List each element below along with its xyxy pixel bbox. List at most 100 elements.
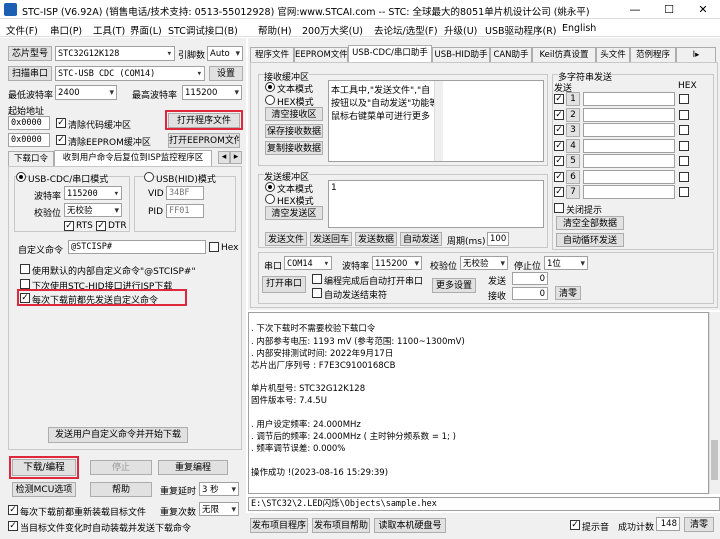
repeat-program-button[interactable]: 重复编程 [158,460,228,475]
multi-send-hex-checkbox[interactable] [679,156,689,166]
menu-port[interactable]: 串口(P) [50,23,82,37]
auto-send-button[interactable]: 自动发送 [400,232,442,246]
send-file-button[interactable]: 发送文件 [265,232,307,246]
multi-send-enable-checkbox[interactable]: ✓ [554,187,564,197]
detect-mcu-button[interactable]: 检测MCU选项 [12,482,76,497]
open-port-button[interactable]: 打开串口 [262,276,306,293]
maximize-button[interactable]: ☐ [652,0,686,19]
minimize-button[interactable]: — [618,0,652,19]
multi-send-enable-checkbox[interactable]: ✓ [554,109,564,120]
send-text-mode-radio[interactable] [265,182,275,192]
send-hex-mode-radio[interactable] [265,194,275,204]
multi-send-input[interactable] [583,107,675,122]
publish-help-button[interactable]: 发布项目帮助 [312,518,370,533]
multi-send-hex-checkbox[interactable] [679,171,689,182]
tab-header-file[interactable]: 头文件 [596,47,630,62]
custom-command-input[interactable]: @STCISP# [68,240,206,254]
tab-eeprom-file[interactable]: EEPROM文件 [294,47,348,62]
clear-success-button[interactable]: 清零 [684,517,714,532]
multi-send-hex-checkbox[interactable] [679,140,689,151]
tab-hid-assistant[interactable]: USB-HID助手 [432,47,490,62]
menu-forum[interactable]: 去论坛/选型(F) [374,23,438,37]
multi-send-input[interactable] [583,92,675,106]
chip-model-button[interactable]: 芯片型号 [8,46,52,61]
log-scrollbar-thumb[interactable] [711,440,718,480]
send-enter-button[interactable]: 发送回车 [310,232,352,246]
dtr-checkbox[interactable]: ✓ [96,221,106,231]
auto-open-port-checkbox[interactable] [312,274,322,284]
default-command-checkbox[interactable] [20,264,30,274]
multi-send-enable-checkbox[interactable]: ✓ [554,156,564,166]
pin-count-select[interactable]: Auto [207,46,243,61]
cdc-mode-radio[interactable] [16,172,26,182]
file-path-field[interactable]: E:\STC32\2.LED闪烁\Objects\sample.hex [248,497,720,511]
reload-before-checkbox[interactable]: ✓ [8,505,18,515]
tab-examples[interactable]: 范例程序 [630,47,676,62]
tab-scroll-left-icon[interactable]: ◂ [218,151,230,164]
port-select-right[interactable]: COM14 [284,256,332,270]
menu-help[interactable]: 帮助(H) [258,23,292,37]
menu-ui[interactable]: 界面(L) [130,23,162,37]
recv-text-mode-radio[interactable] [265,82,275,92]
multi-send-row-button[interactable]: 7 [566,185,580,199]
publish-program-button[interactable]: 发布项目程序 [250,518,308,533]
clear-counts-button[interactable]: 清零 [555,286,581,300]
hid-next-checkbox[interactable] [20,279,30,289]
clear-all-data-button[interactable]: 清空全部数据 [556,216,624,230]
hex-checkbox[interactable] [209,242,219,252]
send-textarea[interactable] [328,180,544,228]
port-select[interactable]: STC-USB CDC (COM14) [55,66,205,81]
multi-send-enable-checkbox[interactable]: ✓ [554,94,564,104]
parity-select[interactable]: 无校验 [64,203,122,217]
multi-send-hex-checkbox[interactable] [679,125,689,135]
copy-recv-button[interactable]: 复制接收数据 [265,141,323,155]
multi-send-row-button[interactable]: 3 [566,123,580,137]
multi-send-row-button[interactable]: 5 [566,154,580,168]
multi-send-enable-checkbox[interactable]: ✓ [554,171,564,182]
multi-send-hex-checkbox[interactable] [679,187,689,197]
tab-reset-isp[interactable]: 收到用户命令后复位到ISP监控程序区 [54,150,212,167]
multi-send-hex-checkbox[interactable] [679,109,689,120]
multi-send-enable-checkbox[interactable]: ✓ [554,125,564,135]
auto-send-end-checkbox[interactable] [312,288,322,298]
multi-send-row-button[interactable]: 1 [566,92,580,106]
recv-hex-mode-radio[interactable] [265,95,275,105]
pid-input[interactable]: FF01 [166,204,204,218]
multi-send-enable-checkbox[interactable]: ✓ [554,140,564,151]
menu-debug[interactable]: STC调试接口(B) [168,23,238,37]
tab-cdc-assistant[interactable]: USB-CDC/串口助手 [348,45,432,62]
multi-send-input[interactable] [583,169,675,184]
clear-recv-button[interactable]: 清空接收区 [265,107,323,121]
help-button[interactable]: 帮助 [90,482,152,497]
multi-send-row-button[interactable]: 2 [566,107,580,122]
close-tip-checkbox[interactable] [554,203,564,213]
baud-select[interactable]: 115200 [64,186,122,200]
clear-send-button[interactable]: 清空发送区 [265,206,323,220]
baud-select-right[interactable]: 115200 [372,256,422,270]
menu-prize[interactable]: 200万大奖(U) [302,23,363,37]
menu-upgrade[interactable]: 升级(U) [444,23,477,37]
code-address-input[interactable]: 0x0000 [8,116,50,130]
stop-bits-select[interactable]: 1位 [544,256,588,270]
menu-usb-driver[interactable]: USB驱动程序(R) [485,23,557,37]
auto-load-checkbox[interactable]: ✓ [8,521,18,531]
send-data-button[interactable]: 发送数据 [355,232,397,246]
eeprom-address-input[interactable]: 0x0000 [8,133,50,147]
stop-button[interactable]: 停止 [90,460,152,475]
recv-scrollbar[interactable] [434,81,443,161]
menu-tools[interactable]: 工具(T) [93,23,125,37]
menu-file[interactable]: 文件(F) [6,23,38,37]
rts-checkbox[interactable]: ✓ [64,221,74,231]
auto-loop-send-button[interactable]: 自动循环发送 [556,233,624,247]
menu-english[interactable]: English [562,23,596,34]
hid-mode-radio[interactable] [144,172,154,182]
vid-input[interactable]: 34BF [166,186,204,200]
read-disk-button[interactable]: 读取本机硬盘号 [374,518,446,533]
tab-program-file[interactable]: 程序文件 [250,47,294,62]
clear-eeprom-checkbox[interactable]: ✓ [56,135,66,145]
close-button[interactable]: ✕ [686,0,720,19]
tab-scroll-right-icon[interactable]: ▸ [230,151,242,164]
period-input[interactable]: 100 [487,232,509,246]
repeat-delay-select[interactable]: 3 秒 [199,482,239,496]
multi-send-row-button[interactable]: 4 [566,138,580,153]
